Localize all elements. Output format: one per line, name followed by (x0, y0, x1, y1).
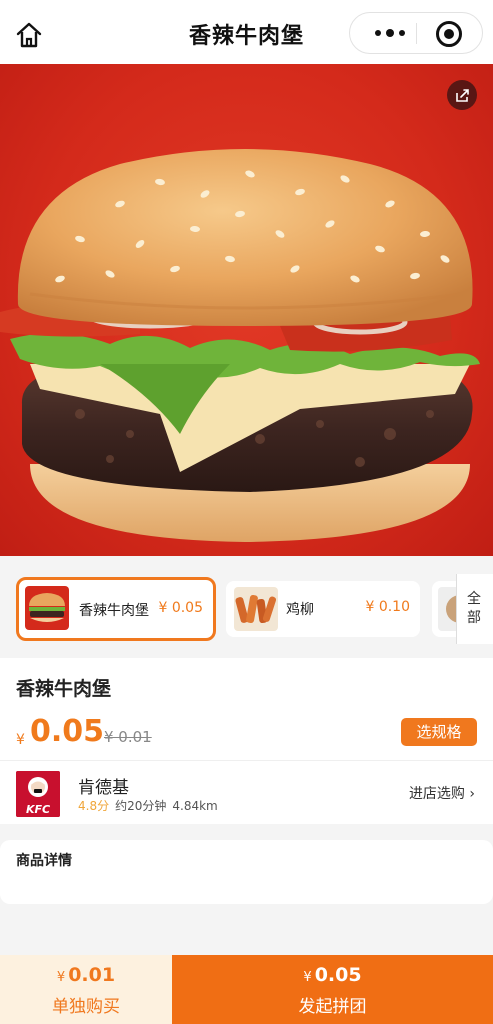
enter-store-link[interactable]: 进店选购 › (409, 783, 475, 803)
variant-name: 鸡柳 (286, 602, 314, 618)
burger-illustration (0, 149, 480, 542)
currency-symbol: ¥ (16, 732, 25, 748)
more-dots-icon[interactable] (366, 13, 414, 53)
capsule-divider (416, 23, 417, 44)
kfc-logo: KFC (16, 771, 60, 817)
group-buy-price: ¥0.05 (172, 964, 493, 986)
nav-bar: 香辣牛肉堡 (0, 0, 493, 64)
variant-name: 香辣牛肉堡 (79, 603, 149, 619)
product-info: 香辣牛肉堡 ¥ 0.05 ¥ 0.01 选规格 KFC 肯德基 4.8分 约20… (0, 658, 493, 824)
product-details-section: 商品详情 (0, 840, 493, 904)
current-price: 0.05 (30, 714, 105, 749)
buy-alone-currency: ¥ (56, 970, 66, 985)
all-variants-button[interactable]: 全部 (456, 574, 493, 644)
bottom-action-bar: ¥0.01 单独购买 ¥0.05 发起拼团 (0, 955, 493, 1024)
all-variants-label: 全部 (467, 591, 481, 626)
delivery-time: 约20分钟 (115, 799, 167, 813)
variant-price: ¥ 0.10 (365, 599, 410, 615)
variant-item-burger[interactable]: 香辣牛肉堡 ¥ 0.05 (16, 577, 216, 641)
share-icon[interactable] (447, 80, 477, 110)
miniprogram-capsule (349, 12, 483, 54)
store-meta: 4.8分 约20分钟 4.84km (78, 797, 224, 814)
group-buy-label: 发起拼团 (298, 997, 367, 1017)
buy-alone-price: ¥0.01 (0, 964, 172, 986)
buy-alone-label: 单独购买 (52, 997, 120, 1017)
kfc-logo-text: KFC (26, 803, 50, 816)
buy-alone-button[interactable]: ¥0.01 单独购买 (0, 955, 172, 1024)
store-distance: 4.84km (172, 799, 218, 813)
store-row[interactable]: KFC 肯德基 4.8分 约20分钟 4.84km 进店选购 › (0, 760, 493, 824)
details-title: 商品详情 (16, 853, 72, 869)
variant-selector: 香辣牛肉堡 ¥ 0.05 鸡柳 ¥ 0.10 全部 (0, 568, 493, 648)
store-name: 肯德基 (78, 778, 129, 798)
burger-thumbnail (25, 586, 69, 630)
product-page: 香辣牛肉堡 香辣牛肉堡 ¥ 0.05 鸡柳 ¥ 0.10 全部 香辣牛肉堡 ¥ … (0, 0, 493, 1024)
buy-alone-amount: 0.01 (68, 964, 116, 986)
product-hero-image (0, 64, 493, 556)
select-spec-button[interactable]: 选规格 (401, 718, 477, 746)
start-group-buy-button[interactable]: ¥0.05 发起拼团 (172, 955, 493, 1024)
store-rating: 4.8分 (78, 799, 110, 813)
chicken-strips-thumbnail (234, 587, 278, 631)
group-buy-amount: 0.05 (314, 964, 362, 986)
variant-item-chicken-strips[interactable]: 鸡柳 ¥ 0.10 (226, 581, 420, 637)
product-name: 香辣牛肉堡 (16, 678, 112, 700)
group-buy-currency: ¥ (303, 970, 312, 985)
original-price: ¥ 0.01 (104, 728, 152, 746)
variant-price: ¥ 0.05 (158, 600, 203, 616)
miniprogram-close-icon[interactable] (436, 21, 462, 47)
